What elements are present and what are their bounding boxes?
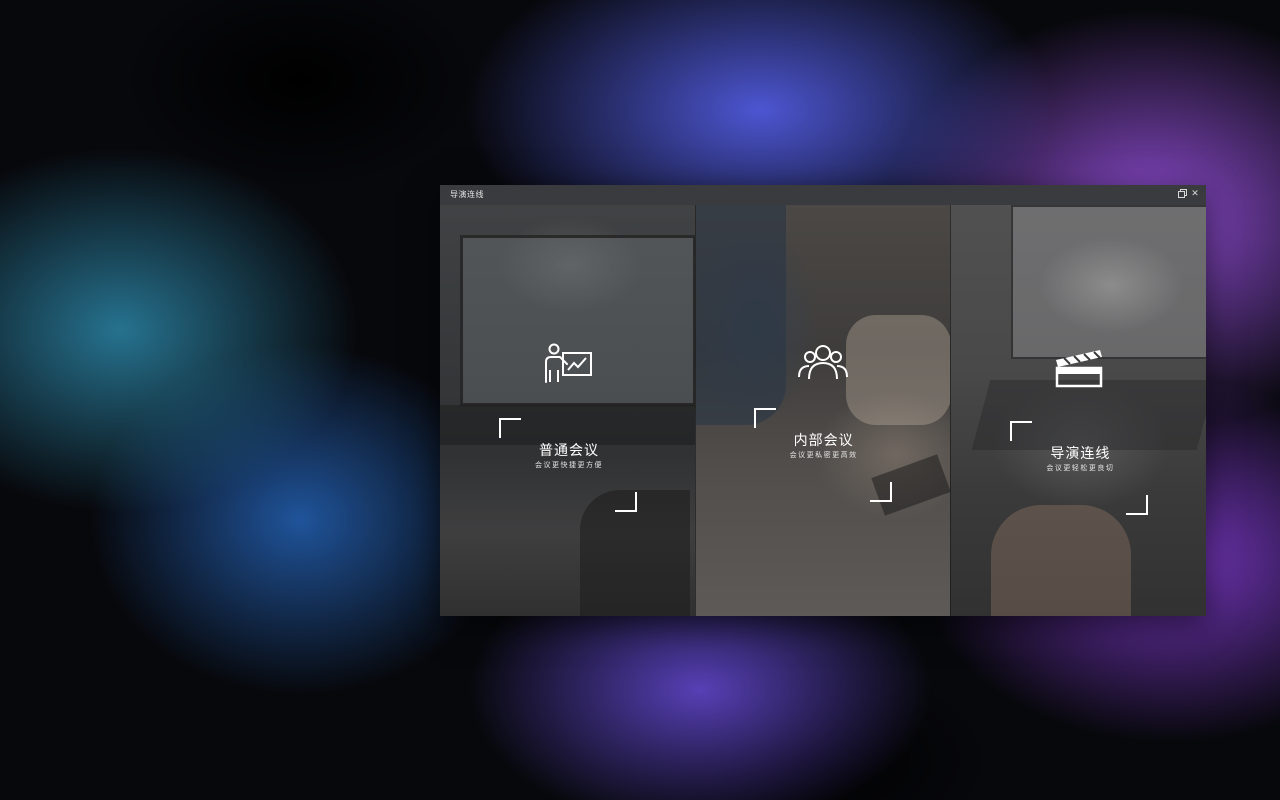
presentation-icon: [541, 342, 595, 386]
panel-title: 内部会议: [793, 433, 854, 449]
frame-corner-bottom-right: [615, 492, 637, 512]
clapperboard-icon: [1052, 346, 1106, 390]
panel-subtitle: 会议更快捷更方便: [535, 461, 603, 469]
panel-title: 导演连线: [1050, 446, 1111, 462]
hand-image: [991, 505, 1132, 616]
frame-corner-bottom-right: [1126, 495, 1149, 515]
window-titlebar[interactable]: 导演连线 ✕: [440, 185, 1206, 205]
frame-corner-top-left: [499, 418, 521, 438]
person-image: [695, 205, 786, 425]
window-title: 导演连线: [450, 190, 484, 199]
meeting-mode-panels: 普通会议 会议更快捷更方便 内部会议 会议更私密更高效 导演连线 会议更轻松更良…: [440, 205, 1207, 616]
panel-regular-meeting[interactable]: 普通会议 会议更快捷更方便: [440, 205, 695, 616]
panel-title: 普通会议: [539, 443, 599, 459]
keyboard-image: [440, 405, 695, 445]
close-icon[interactable]: ✕: [1189, 188, 1201, 200]
frame-corner-bottom-right: [869, 482, 892, 502]
hands-image: [845, 315, 951, 425]
video-call-screen-image: [1011, 205, 1207, 359]
frame-corner-top-left: [1010, 421, 1033, 441]
frame-corner-top-left: [753, 408, 776, 428]
group-icon: [796, 341, 850, 385]
panel-subtitle: 会议更私密更高效: [789, 451, 858, 459]
meeting-mode-window: 导演连线 ✕ 普通会议 会议更快捷更方便 内部会议 会议更私密更高效 导演连线 …: [440, 185, 1207, 616]
restore-icon[interactable]: [1176, 188, 1188, 200]
panel-internal-meeting[interactable]: 内部会议 会议更私密更高效: [694, 205, 951, 616]
panel-director-connection[interactable]: 导演连线 会议更轻松更良切: [950, 205, 1207, 616]
keyboard-image: [971, 380, 1207, 450]
panel-subtitle: 会议更轻松更良切: [1046, 464, 1115, 472]
